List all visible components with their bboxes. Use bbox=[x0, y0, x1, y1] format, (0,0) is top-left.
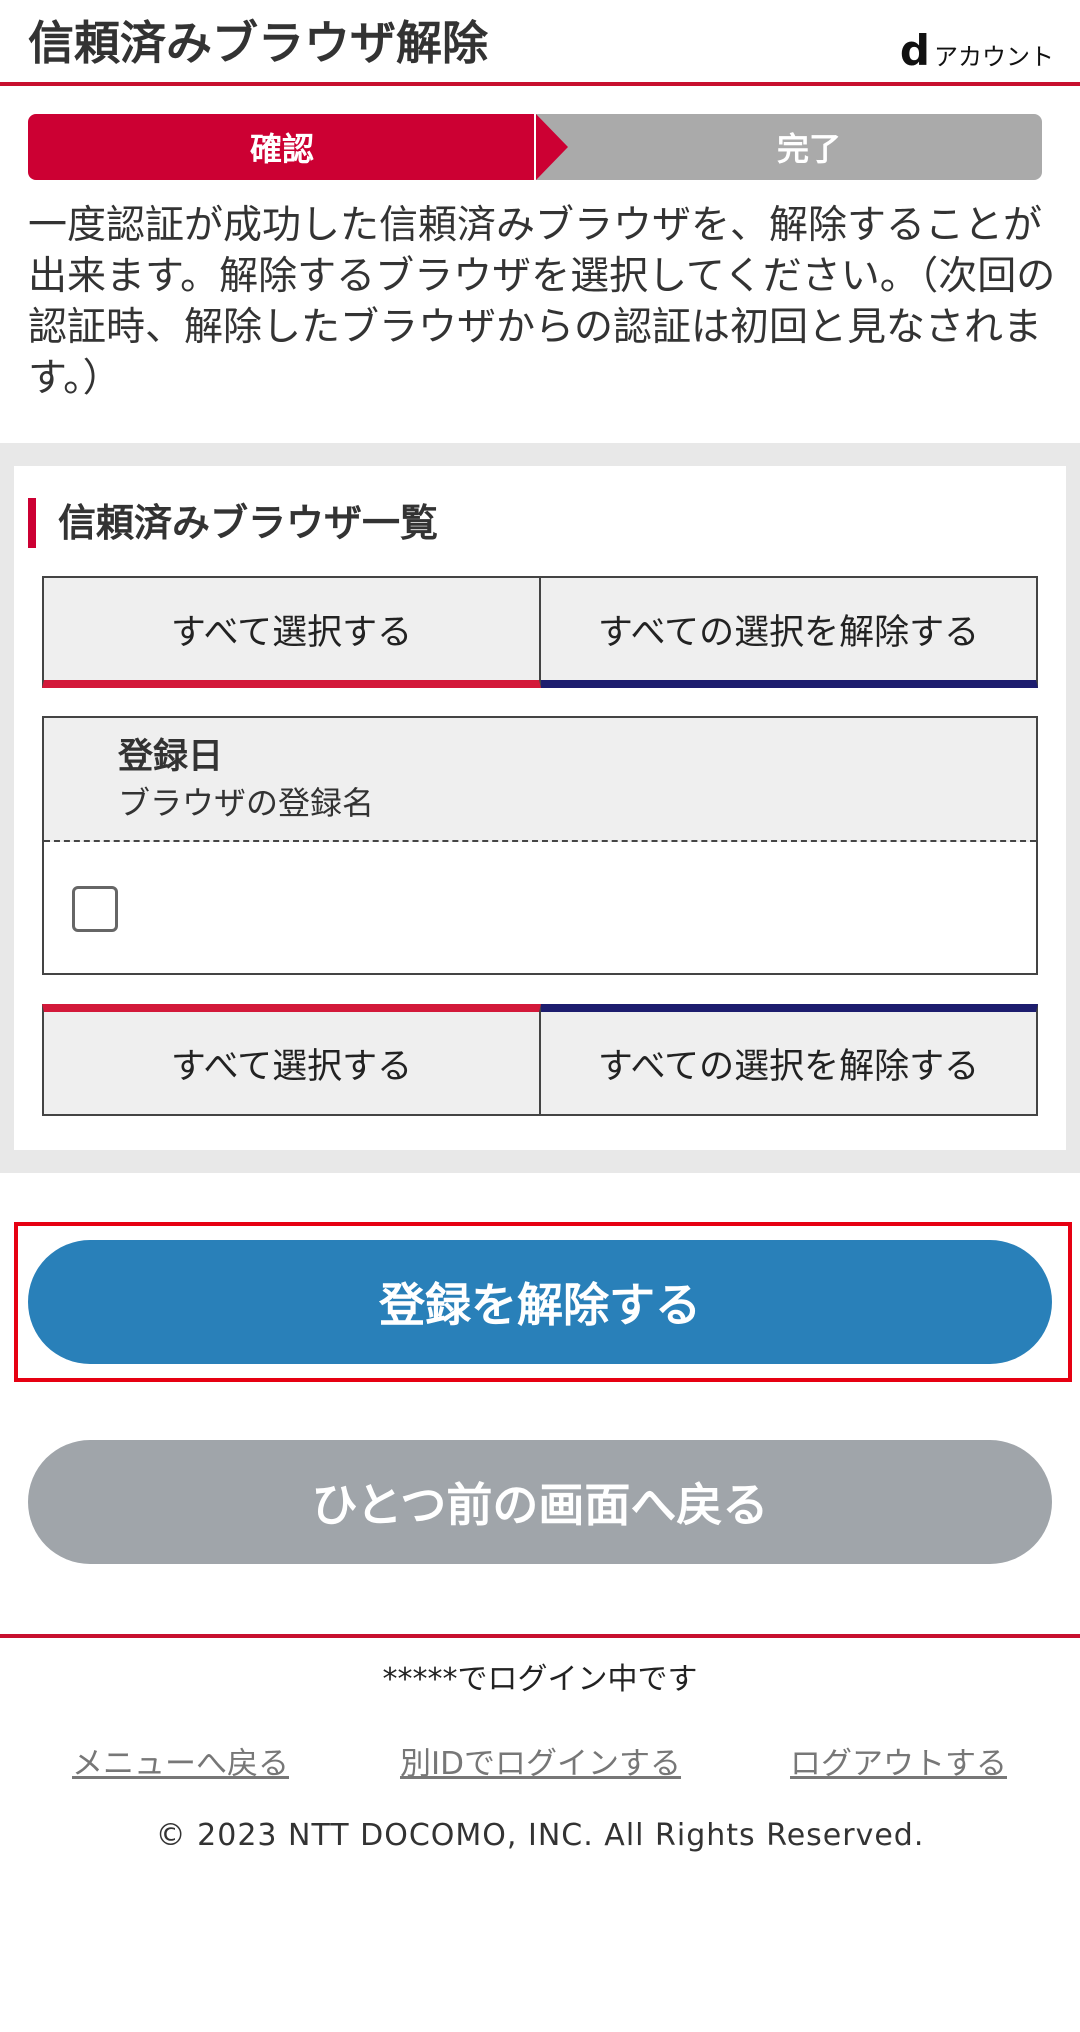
footer-links: メニューへ戻る 別IDでログインする ログアウトする bbox=[0, 1738, 1080, 1782]
browser-table: 登録日 ブラウザの登録名 bbox=[42, 716, 1038, 975]
page-header: 信頼済みブラウザ解除 d アカウント bbox=[0, 0, 1080, 86]
footer-divider bbox=[0, 1634, 1080, 1638]
select-all-button-bottom[interactable]: すべて選択する bbox=[42, 1004, 541, 1116]
page-title: 信頼済みブラウザ解除 bbox=[28, 16, 488, 70]
logout-link[interactable]: ログアウトする bbox=[790, 1738, 1007, 1783]
description-text: 一度認証が成功した信頼済みブラウザを、解除することが出来ます。解除するブラウザを… bbox=[28, 203, 1056, 401]
login-status: *****でログイン中です bbox=[382, 1662, 698, 1697]
table-header: 登録日 ブラウザの登録名 bbox=[44, 718, 1036, 842]
back-button[interactable]: ひとつ前の画面へ戻る bbox=[28, 1440, 1052, 1564]
selection-buttons-top: すべて選択する すべての選択を解除する bbox=[42, 576, 1038, 688]
browser-checkbox[interactable] bbox=[72, 886, 118, 932]
select-all-button-top[interactable]: すべて選択する bbox=[42, 576, 541, 688]
step-confirm: 確認 bbox=[28, 114, 568, 180]
switch-id-link[interactable]: 別IDでログインする bbox=[400, 1738, 681, 1783]
deselect-all-button-bottom[interactable]: すべての選択を解除する bbox=[541, 1004, 1038, 1116]
logo-text: アカウント bbox=[934, 43, 1054, 71]
logo-mark: d bbox=[899, 26, 930, 75]
table-row bbox=[44, 842, 1036, 973]
progress-steps: 確認 完了 bbox=[28, 114, 1042, 180]
copyright: © 2023 NTT DOCOMO, INC. All Rights Reser… bbox=[155, 1818, 925, 1853]
column-header-date: 登録日 bbox=[118, 737, 224, 777]
column-header-name: ブラウザの登録名 bbox=[118, 784, 375, 822]
section-title: 信頼済みブラウザ一覧 bbox=[28, 498, 438, 548]
selection-buttons-bottom: すべて選択する すべての選択を解除する bbox=[42, 1004, 1038, 1116]
d-account-logo: d アカウント bbox=[900, 30, 1054, 72]
release-registration-button[interactable]: 登録を解除する bbox=[28, 1240, 1052, 1364]
step-complete: 完了 bbox=[536, 114, 1042, 180]
menu-link[interactable]: メニューへ戻る bbox=[72, 1738, 289, 1783]
deselect-all-button-top[interactable]: すべての選択を解除する bbox=[541, 576, 1038, 688]
